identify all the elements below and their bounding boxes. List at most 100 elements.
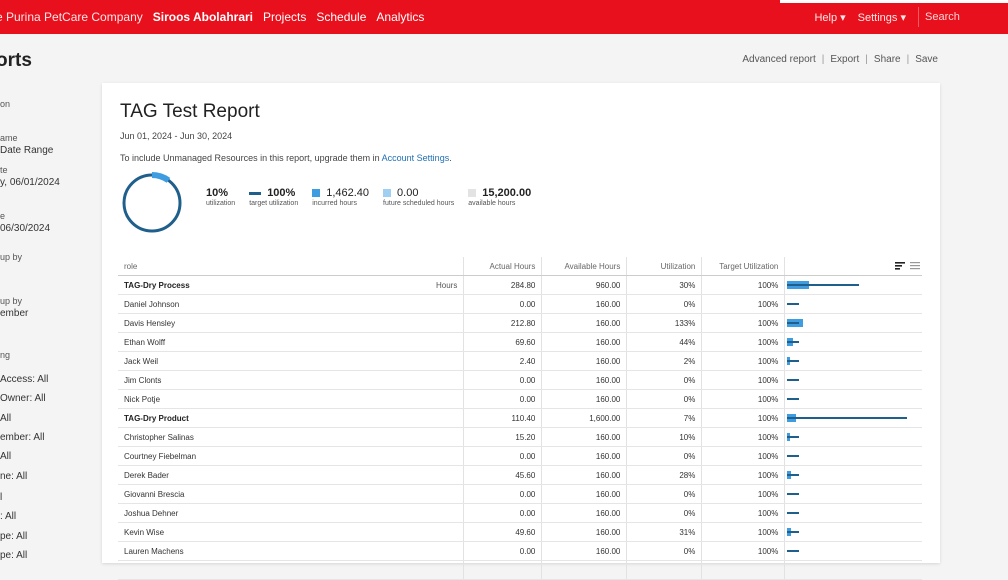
actual-hours-cell: 0.00 xyxy=(463,446,543,466)
utilization-bar-cell xyxy=(784,332,922,352)
table-row[interactable] xyxy=(118,560,922,580)
utilization-bar xyxy=(785,523,922,541)
sidebar-field-value[interactable]: All xyxy=(0,451,11,462)
sidebar-field-value[interactable]: y, 06/01/2024 xyxy=(0,177,60,188)
role-cell: TAG-Dry Product xyxy=(118,408,430,428)
header-available-hours[interactable]: Available Hours xyxy=(541,257,628,276)
row-tag-cell xyxy=(430,560,465,580)
bar-target-line xyxy=(787,512,800,514)
actual-hours-cell: 212.80 xyxy=(463,313,543,333)
table-row[interactable]: Jack Weil 2.40 160.00 2% 100% xyxy=(118,351,922,371)
nav-link-analytics[interactable]: Analytics xyxy=(376,10,424,24)
table-row[interactable]: Giovanni Brescia 0.00 160.00 0% 100% xyxy=(118,484,922,504)
row-tag-cell xyxy=(430,484,465,504)
table-row[interactable]: Joshua Dehner 0.00 160.00 0% 100% xyxy=(118,503,922,523)
view-toggle xyxy=(895,262,920,270)
table-row[interactable]: Davis Hensley 212.80 160.00 133% 100% xyxy=(118,313,922,333)
utilization-cell: 133% xyxy=(626,313,703,333)
sidebar-field-value[interactable]: : All xyxy=(0,511,16,522)
sidebar-field-label: on xyxy=(0,99,11,109)
sidebar-field-value[interactable]: Owner: All xyxy=(0,393,46,404)
sidebar-field-value[interactable]: 06/30/2024 xyxy=(0,223,50,234)
row-tag-cell xyxy=(430,351,465,371)
share-link[interactable]: Share xyxy=(874,54,901,65)
bar-target-line xyxy=(787,360,800,362)
header-utilization[interactable]: Utilization xyxy=(626,257,703,276)
header-actual-hours[interactable]: Actual Hours xyxy=(463,257,543,276)
available-hours-cell: 160.00 xyxy=(541,370,628,390)
save-link[interactable]: Save xyxy=(915,54,938,65)
role-cell: Christopher Salinas xyxy=(118,427,430,447)
sidebar-field-value[interactable]: ne: All xyxy=(0,471,27,482)
stat-incurred-value: 1,462.40 xyxy=(326,187,370,199)
utilization-bar xyxy=(785,428,922,446)
utilization-bar-cell xyxy=(784,503,922,523)
account-settings-link[interactable]: Account Settings xyxy=(382,153,450,163)
stat-target: 100% target utilization xyxy=(249,187,298,207)
sidebar-field-value[interactable]: Access: All xyxy=(0,374,48,385)
list-view-icon[interactable] xyxy=(910,262,920,270)
target-utilization-cell: 100% xyxy=(701,541,786,561)
sidebar-field-value[interactable]: All xyxy=(0,413,11,424)
advanced-report-link[interactable]: Advanced report xyxy=(742,54,815,65)
utilization-bar-cell xyxy=(784,465,922,485)
donut-target-ring xyxy=(122,173,182,233)
nav-link-schedule[interactable]: Schedule xyxy=(316,10,366,24)
table-row[interactable]: Nick Potje 0.00 160.00 0% 100% xyxy=(118,389,922,409)
bar-view-icon[interactable] xyxy=(895,262,905,270)
sidebar-field-value[interactable]: ember xyxy=(0,308,28,319)
table-row[interactable]: Daniel Johnson 0.00 160.00 0% 100% xyxy=(118,294,922,314)
available-hours-cell: 160.00 xyxy=(541,294,628,314)
utilization-bar xyxy=(785,542,922,560)
user-name[interactable]: Siroos Abolahrari xyxy=(153,10,253,24)
utilization-bar-cell xyxy=(784,541,922,561)
table-row[interactable]: Lauren Machens 0.00 160.00 0% 100% xyxy=(118,541,922,561)
sidebar-field-value[interactable]: pe: All xyxy=(0,531,27,542)
role-cell: Nick Potje xyxy=(118,389,430,409)
table-group-row[interactable]: TAG-Dry Process Hours 284.80 960.00 30% 100% xyxy=(118,275,922,295)
table-row[interactable]: Jim Clonts 0.00 160.00 0% 100% xyxy=(118,370,922,390)
company-name[interactable]: e Purina PetCare Company xyxy=(0,10,143,24)
header-role[interactable]: role xyxy=(118,257,430,276)
header-target-utilization[interactable]: Target Utilization xyxy=(701,257,786,276)
report-actions: Advanced report | Export | Share | Save xyxy=(742,54,938,65)
utilization-donut xyxy=(121,172,183,234)
sidebar-field-label: up by xyxy=(0,296,23,306)
utilization-cell: 0% xyxy=(626,389,703,409)
help-menu[interactable]: Help ▾ xyxy=(814,11,845,24)
table-row[interactable]: Christopher Salinas 15.20 160.00 10% 100% xyxy=(118,427,922,447)
table-row[interactable]: Kevin Wise 49.60 160.00 31% 100% xyxy=(118,522,922,542)
table-row[interactable]: Courtney Fiebelman 0.00 160.00 0% 100% xyxy=(118,446,922,466)
target-utilization-cell: 100% xyxy=(701,351,786,371)
export-link[interactable]: Export xyxy=(830,54,859,65)
role-cell xyxy=(118,560,430,580)
table-row[interactable]: Ethan Wolff 69.60 160.00 44% 100% xyxy=(118,332,922,352)
settings-menu[interactable]: Settings ▾ xyxy=(858,11,906,24)
utilization-cell: 7% xyxy=(626,408,703,428)
search-input[interactable] xyxy=(918,7,1008,27)
sidebar-field-value[interactable]: ember: All xyxy=(0,432,44,443)
table-group-row[interactable]: TAG-Dry Product 110.40 1,600.00 7% 100% xyxy=(118,408,922,428)
nav-link-projects[interactable]: Projects xyxy=(263,10,306,24)
target-utilization-cell: 100% xyxy=(701,503,786,523)
sidebar-field-value[interactable]: l xyxy=(0,492,2,503)
separator: | xyxy=(821,54,825,65)
target-utilization-cell: 100% xyxy=(701,332,786,352)
available-hours-cell: 160.00 xyxy=(541,522,628,542)
utilization-cell: 2% xyxy=(626,351,703,371)
row-tag-cell xyxy=(430,294,465,314)
stat-available-label: available hours xyxy=(468,200,516,207)
table-row[interactable]: Derek Bader 45.60 160.00 28% 100% xyxy=(118,465,922,485)
target-utilization-cell: 100% xyxy=(701,389,786,409)
row-tag-cell xyxy=(430,408,465,428)
row-tag-cell xyxy=(430,522,465,542)
target-utilization-cell: 100% xyxy=(701,522,786,542)
utilization-bar-cell xyxy=(784,560,922,580)
available-swatch-icon xyxy=(468,189,477,197)
separator: | xyxy=(865,54,868,65)
actual-hours-cell xyxy=(463,560,543,580)
stat-target-label: target utilization xyxy=(249,200,299,207)
row-tag-cell xyxy=(430,332,465,352)
sidebar-field-value[interactable]: Date Range xyxy=(0,145,53,156)
bar-target-line xyxy=(787,379,800,381)
